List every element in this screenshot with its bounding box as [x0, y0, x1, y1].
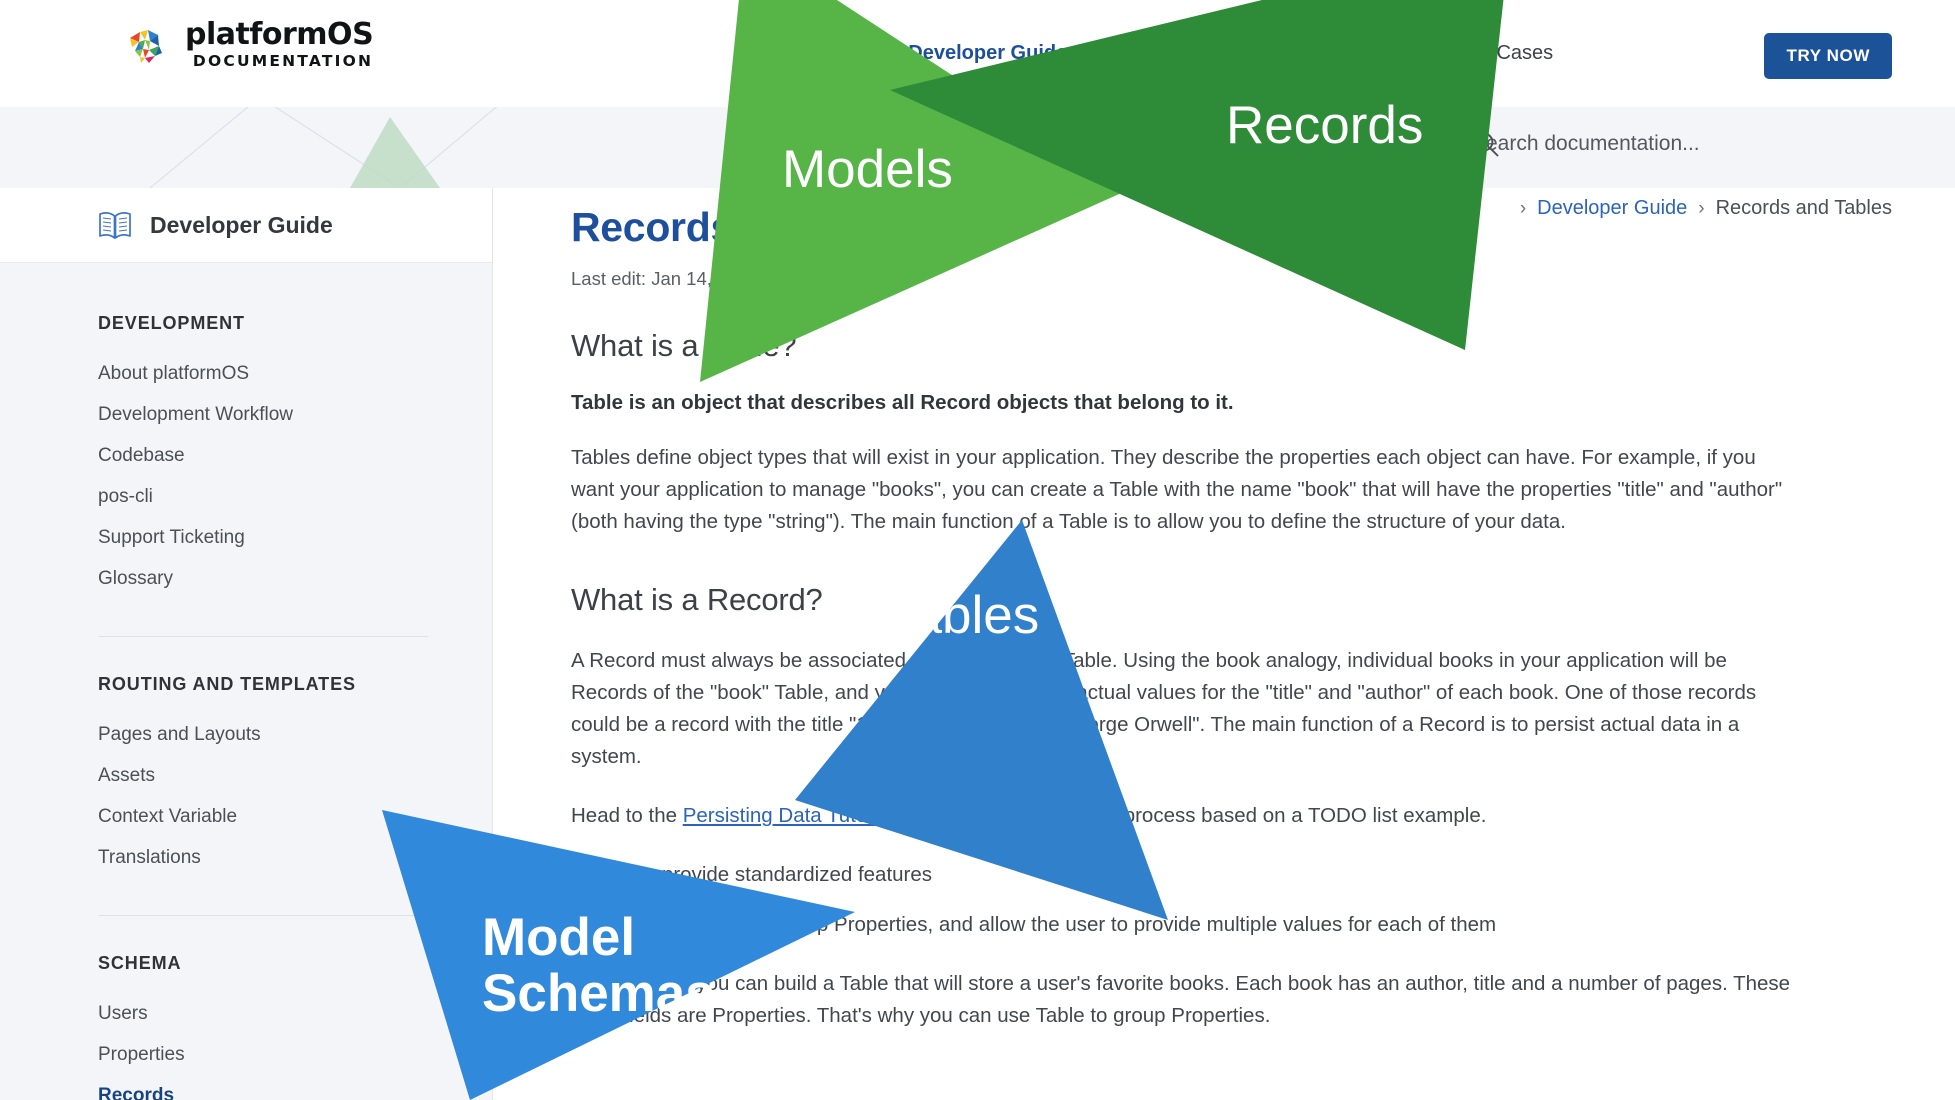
sidebar-divider-1: [98, 636, 428, 637]
search-icon[interactable]: [1474, 130, 1892, 158]
nav-item-developer-guide[interactable]: Developer Guide: [908, 42, 1067, 65]
list-item: Tables provide standardized features: [571, 859, 1803, 891]
tutorial-sentence-suffix: to easily understand the process based o…: [894, 804, 1487, 828]
sidebar-section-schema: SCHEMA: [98, 953, 182, 973]
tutorial-sentence-prefix: Head to the: [571, 804, 683, 828]
sidebar-section-development: DEVELOPMENT: [98, 313, 245, 333]
sidebar-item-glossary[interactable]: Glossary: [98, 558, 492, 599]
try-now-button[interactable]: TRY NOW: [1764, 33, 1892, 79]
main-content: › Developer Guide › Records and Tables R…: [493, 188, 1955, 1100]
top-navigation-bar: platformOS DOCUMENTATION Get Started Dev…: [0, 0, 1955, 107]
closing-paragraph: For example, you can build a Table that …: [571, 971, 1791, 1027]
persisting-data-tutorial-link[interactable]: Persisting Data Tutorial: [683, 804, 895, 827]
sidebar-item-codebase[interactable]: Codebase: [98, 435, 492, 476]
sidebar-header[interactable]: Developer Guide: [0, 188, 492, 263]
sidebar-item-support-ticketing[interactable]: Support Ticketing: [98, 517, 492, 558]
nav-item-get-started[interactable]: Get Started: [760, 42, 862, 65]
sidebar: Developer Guide DEVELOPMENT About platfo…: [0, 188, 493, 1100]
list-item: Tables allow you to group Properties, an…: [571, 909, 1803, 941]
breadcrumb: › Developer Guide › Records and Tables: [1520, 197, 1892, 220]
sidebar-item-pos-cli[interactable]: pos-cli: [98, 476, 492, 517]
last-edit-timestamp: Last edit: Jan 14, 2023: [571, 268, 759, 289]
article-body: Records and Tables Last edit: Jan 14, 20…: [493, 188, 1803, 1032]
site-logo[interactable]: platformOS DOCUMENTATION: [126, 17, 374, 70]
heading-what-is-a-table: What is a Table?: [571, 328, 797, 363]
search-input[interactable]: [1472, 132, 1822, 156]
sidebar-item-assets[interactable]: Assets: [98, 755, 492, 796]
open-book-icon: [98, 209, 132, 241]
table-lead-text: Table is an object that describes all Re…: [571, 391, 1234, 414]
sidebar-item-about-platformos[interactable]: About platformOS: [98, 353, 492, 394]
sidebar-section-routing-and-templates: ROUTING AND TEMPLATES: [98, 674, 356, 694]
logo-wordmark: platformOS DOCUMENTATION: [185, 17, 374, 70]
breadcrumb-link-developer-guide[interactable]: Developer Guide: [1537, 197, 1687, 220]
table-paragraph-1: Tables define object types that will exi…: [571, 446, 1783, 534]
sidebar-list-schema: Users Properties Records Records and Tab…: [98, 993, 492, 1100]
breadcrumb-separator-2: ›: [1698, 197, 1705, 219]
logo-title: platformOS: [185, 17, 374, 52]
search-box[interactable]: [1472, 130, 1892, 158]
hero-search-band: [0, 107, 1955, 188]
heading-what-is-a-record: What is a Record?: [571, 581, 823, 617]
record-paragraph-2: Head to the Persisting Data Tutorial to …: [571, 800, 1803, 832]
nav-item-use-cases[interactable]: Use Cases: [1455, 42, 1553, 65]
nav-item-api-reference[interactable]: API reference: [1113, 42, 1235, 65]
logo-subtitle: DOCUMENTATION: [192, 52, 374, 70]
sidebar-nav: DEVELOPMENT About platformOS Development…: [0, 263, 492, 1100]
sidebar-item-records[interactable]: Records: [98, 1075, 492, 1100]
sidebar-item-translations[interactable]: Translations: [98, 837, 492, 878]
sidebar-item-properties[interactable]: Properties: [98, 1034, 492, 1075]
sidebar-divider-2: [98, 915, 428, 916]
sidebar-item-context-variable[interactable]: Context Variable: [98, 796, 492, 837]
sidebar-title: Developer Guide: [150, 211, 333, 238]
documentation-page: platformOS DOCUMENTATION Get Started Dev…: [0, 0, 1955, 1100]
sidebar-list-routing: Pages and Layouts Assets Context Variabl…: [98, 714, 492, 878]
breadcrumb-current: Records and Tables: [1715, 197, 1892, 219]
chameleon-logo-icon: [126, 22, 172, 68]
breadcrumb-separator-1: ›: [1519, 197, 1527, 219]
sidebar-item-pages-and-layouts[interactable]: Pages and Layouts: [98, 714, 492, 755]
primary-nav: Get Started Developer Guide API referenc…: [760, 0, 1553, 107]
table-benefits-list: Tables provide standardized features Tab…: [571, 859, 1803, 940]
record-paragraph-1: A Record must always be associated with …: [571, 648, 1757, 769]
sidebar-item-development-workflow[interactable]: Development Workflow: [98, 394, 492, 435]
sidebar-list-development: About platformOS Development Workflow Co…: [98, 353, 492, 599]
sidebar-item-users[interactable]: Users: [98, 993, 492, 1034]
nav-item-best-practices[interactable]: Best Practices: [1282, 42, 1410, 65]
